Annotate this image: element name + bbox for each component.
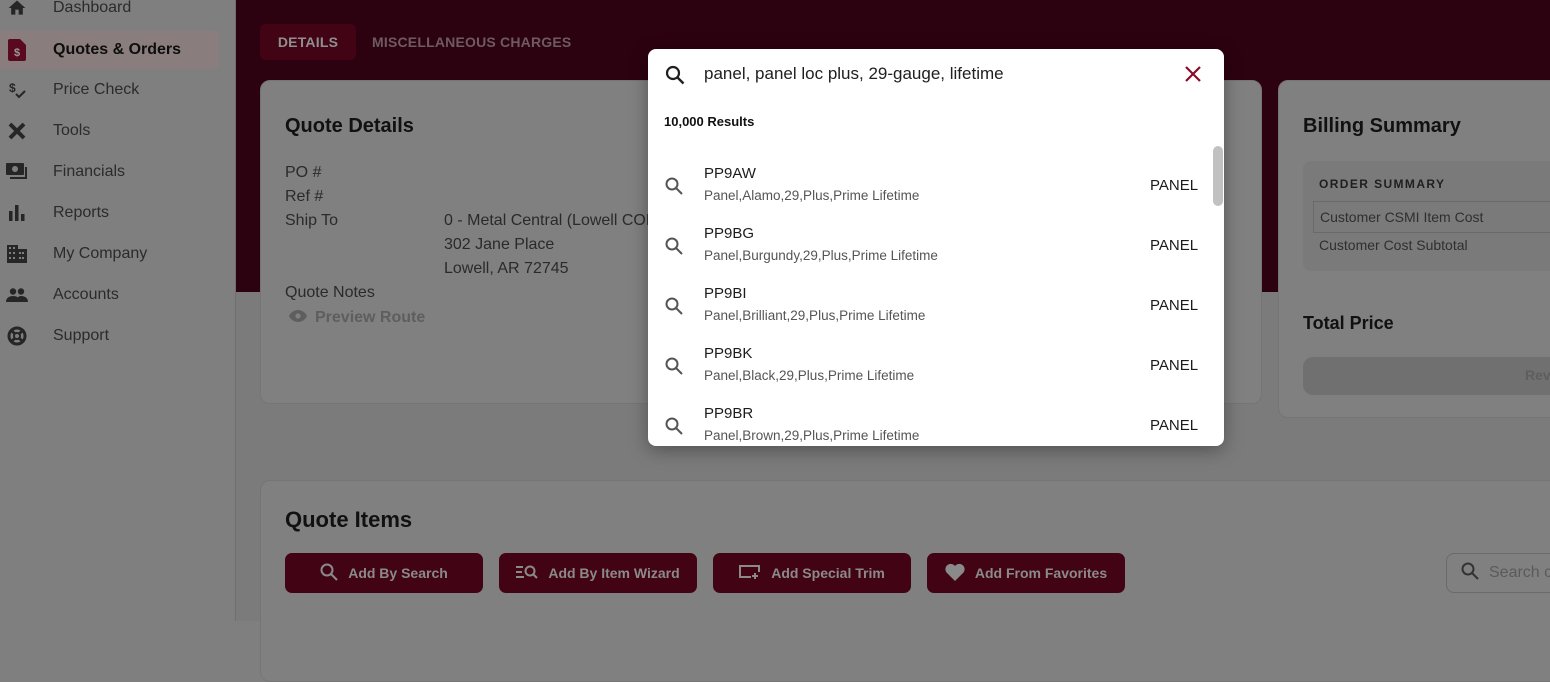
quote-items-title: Quote Items (285, 507, 413, 532)
results-scrollbar[interactable] (1213, 146, 1223, 206)
sidebar-item-financials[interactable]: Financials (0, 153, 219, 191)
result-code: PP9BR (704, 405, 754, 422)
add-by-item-wizard-label: Add By Item Wizard (548, 565, 680, 581)
sidebar-item-accounts[interactable]: Accounts (0, 276, 219, 314)
add-by-search-button[interactable]: Add By Search (285, 553, 483, 593)
bar-chart-icon (6, 202, 28, 224)
result-item[interactable]: PP9BK Panel,Black,29,Plus,Prime Lifetime… (648, 325, 1224, 385)
search-icon (320, 563, 338, 584)
ship-to-city: Lowell, AR 72745 (444, 260, 569, 277)
search-icon (665, 177, 683, 200)
order-summary-title: ORDER SUMMARY (1319, 177, 1446, 191)
people-icon (6, 284, 28, 306)
add-by-item-wizard-button[interactable]: Add By Item Wizard (499, 553, 697, 593)
result-description: Panel,Brown,29,Plus,Prime Lifetime (704, 428, 920, 443)
sidebar-item-tools[interactable]: Tools (0, 112, 219, 150)
search-icon (665, 65, 685, 90)
result-description: Panel,Alamo,29,Plus,Prime Lifetime (704, 188, 920, 203)
sidebar-item-quotes-orders[interactable]: $ Quotes & Orders (0, 31, 219, 69)
ref-label: Ref # (285, 188, 324, 205)
sidebar-item-reports[interactable]: Reports (0, 194, 219, 232)
result-type: PANEL (1150, 237, 1199, 254)
tools-icon (6, 120, 28, 142)
home-icon (6, 0, 28, 19)
quote-document-icon: $ (6, 39, 28, 61)
search-icon (665, 357, 683, 380)
add-special-trim-label: Add Special Trim (771, 565, 885, 581)
result-item[interactable]: PP9AW Panel,Alamo,29,Plus,Prime Lifetime… (648, 145, 1224, 205)
sidebar-item-my-company[interactable]: My Company (0, 235, 219, 273)
result-description: Panel,Burgundy,29,Plus,Prime Lifetime (704, 248, 938, 263)
po-label: PO # (285, 164, 322, 181)
quote-details-title: Quote Details (285, 115, 414, 137)
preview-route-button[interactable]: Preview Route (289, 309, 425, 327)
tab-miscellaneous-charges[interactable]: MISCELLANEOUS CHARGES (372, 24, 571, 60)
order-summary-panel: ORDER SUMMARY Customer CSMI Item Cost Cu… (1303, 161, 1550, 271)
customer-csmi-item-cost: Customer CSMI Item Cost (1313, 201, 1550, 233)
result-type: PANEL (1150, 357, 1199, 374)
eye-icon (289, 309, 307, 327)
close-icon[interactable] (1184, 65, 1202, 88)
review-button-label: Rev (1525, 367, 1550, 383)
total-price-label: Total Price (1303, 313, 1394, 333)
quote-items-search-input[interactable]: Search c (1446, 553, 1550, 593)
quote-items-search-placeholder: Search c (1489, 564, 1550, 581)
building-icon (6, 243, 28, 265)
result-type: PANEL (1150, 417, 1199, 434)
svg-text:$: $ (14, 47, 20, 59)
review-button[interactable]: Rev (1303, 357, 1550, 395)
result-item[interactable]: PP9BG Panel,Burgundy,29,Plus,Prime Lifet… (648, 205, 1224, 265)
tab-details[interactable]: DETAILS (260, 24, 356, 60)
billing-summary-card: Billing Summary ORDER SUMMARY Customer C… (1278, 80, 1550, 418)
add-special-trim-button[interactable]: Add Special Trim (713, 553, 911, 593)
special-trim-icon (739, 564, 761, 582)
result-code: PP9BG (704, 225, 755, 242)
result-code: PP9AW (704, 165, 756, 182)
sidebar-item-support[interactable]: Support (0, 317, 219, 355)
ship-to-street: 302 Jane Place (444, 236, 555, 253)
result-description: Panel,Black,29,Plus,Prime Lifetime (704, 368, 915, 383)
search-dialog-input[interactable] (704, 61, 1164, 87)
svg-text:$: $ (9, 81, 16, 95)
list-search-icon (516, 564, 539, 583)
result-type: PANEL (1150, 297, 1199, 314)
ship-to-label: Ship To (285, 212, 339, 229)
result-item[interactable]: PP9BI Panel,Brilliant,29,Plus,Prime Life… (648, 265, 1224, 325)
sidebar-item-dashboard[interactable]: Dashboard (0, 0, 219, 27)
heart-icon (945, 563, 965, 584)
price-check-icon: $ (6, 79, 28, 101)
result-description: Panel,Brilliant,29,Plus,Prime Lifetime (704, 308, 926, 323)
results-count: 10,000 Results (664, 114, 755, 129)
search-icon (665, 417, 683, 440)
result-code: PP9BK (704, 345, 753, 362)
financials-icon (6, 161, 28, 183)
search-icon (665, 237, 683, 260)
ship-to-name: 0 - Metal Central (Lowell COD (444, 212, 658, 229)
billing-summary-title: Billing Summary (1303, 115, 1461, 137)
customer-cost-subtotal: Customer Cost Subtotal (1319, 237, 1468, 253)
preview-route-label: Preview Route (315, 309, 426, 326)
result-code: PP9BI (704, 285, 747, 302)
add-from-favorites-button[interactable]: Add From Favorites (927, 553, 1125, 593)
sidebar-item-price-check[interactable]: $ Price Check (0, 71, 219, 109)
add-from-favorites-label: Add From Favorites (974, 565, 1108, 581)
search-icon (1461, 562, 1479, 585)
quote-items-card: Quote Items Add By Search Add By Item Wi… (260, 480, 1550, 682)
add-by-search-label: Add By Search (348, 565, 448, 581)
search-icon (665, 297, 683, 320)
search-dialog: 10,000 Results PP9AW Panel,Alamo,29,Plus… (648, 49, 1224, 446)
quote-notes-label: Quote Notes (285, 284, 375, 301)
result-type: PANEL (1150, 177, 1199, 194)
sidebar: Dashboard $ Quotes & Orders $ Price Chec… (0, 0, 236, 621)
lifebuoy-icon (6, 325, 28, 347)
result-item[interactable]: PP9BR Panel,Brown,29,Plus,Prime Lifetime… (648, 385, 1224, 445)
